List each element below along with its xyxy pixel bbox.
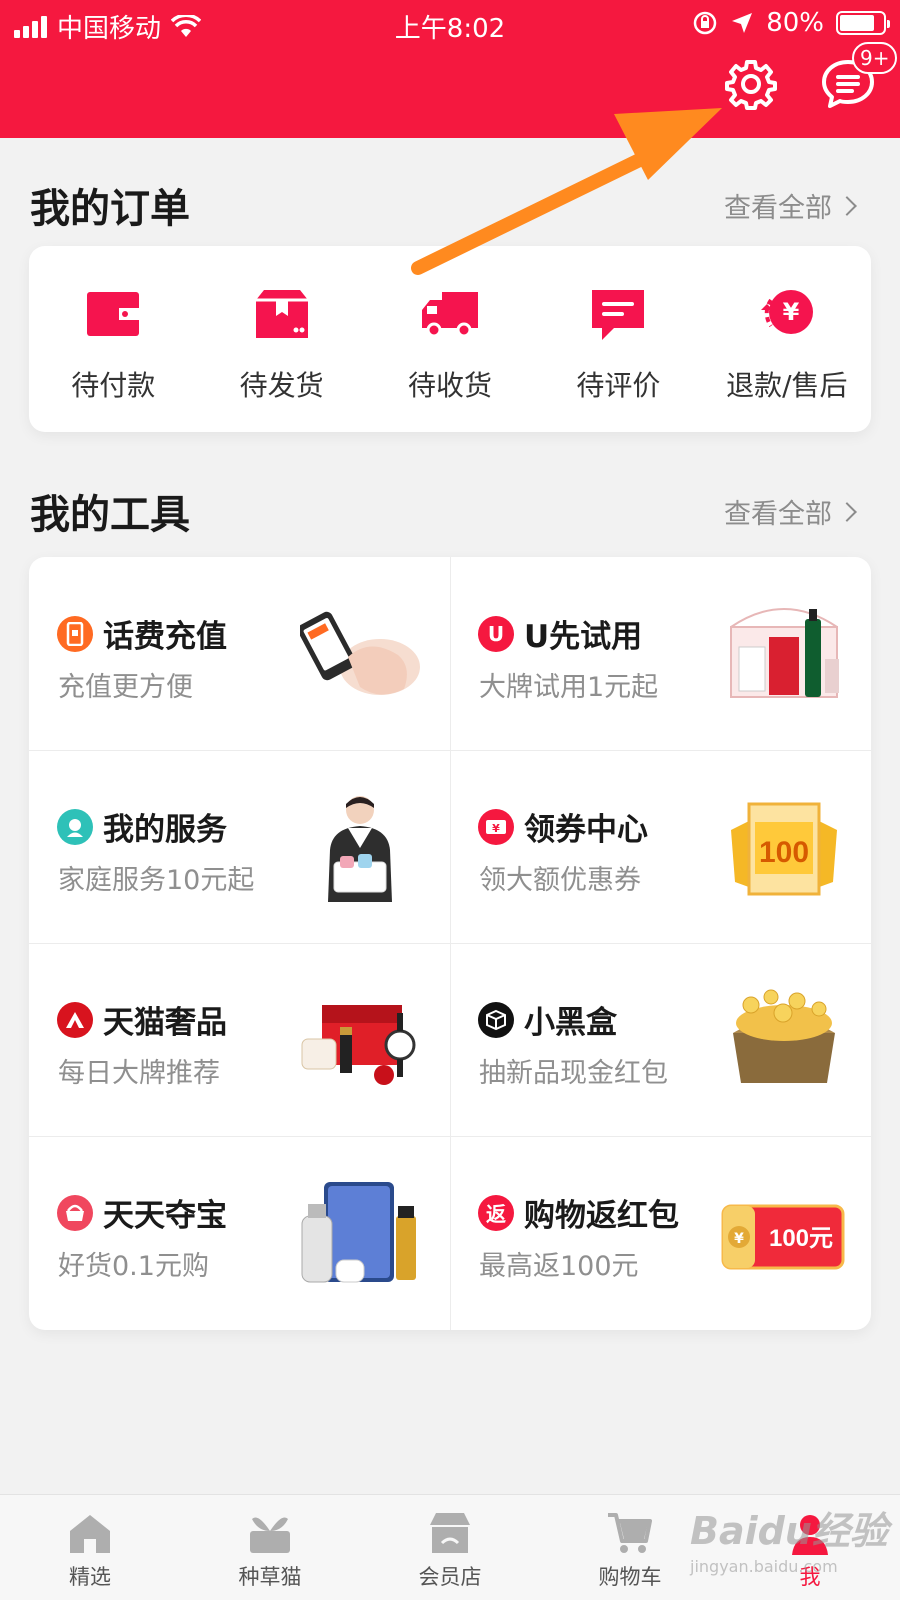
- orders-title: 我的订单: [30, 186, 190, 232]
- tool-name: U先试用: [524, 619, 643, 655]
- tab-featured[interactable]: 精选: [0, 1495, 180, 1600]
- order-pending-shipment[interactable]: 待发货: [197, 246, 365, 432]
- housekeeper-image: [328, 796, 392, 902]
- order-label: 待付款: [71, 369, 156, 402]
- treasure-icon: [57, 1194, 93, 1231]
- store-icon: [430, 1513, 470, 1553]
- phone-recharge-icon: [57, 615, 93, 652]
- rotation-lock-icon: [693, 11, 717, 35]
- coupon-art-value: 100: [759, 836, 809, 869]
- location-arrow-icon: [732, 13, 753, 33]
- tool-name: 我的服务: [103, 812, 227, 848]
- gold-coin-box-image: [733, 989, 835, 1083]
- tool-tmall-luxury[interactable]: 天猫奢品 每日大牌推荐: [29, 943, 450, 1136]
- tools-title: 我的工具: [30, 492, 190, 538]
- tab-grass-cat[interactable]: 种草猫: [180, 1495, 360, 1600]
- delivery-truck-icon: [422, 292, 479, 338]
- message-badge: 9+: [852, 42, 898, 74]
- battery-icon: [836, 11, 890, 35]
- tool-phone-recharge[interactable]: 话费充值 充值更方便: [29, 557, 450, 750]
- sprout-icon: [250, 1517, 290, 1553]
- red-envelope-100-image: ¥ 100元: [721, 1204, 845, 1270]
- chevron-right-icon: [837, 501, 857, 522]
- tool-my-service[interactable]: 我的服务 家庭服务10元起: [29, 750, 450, 943]
- tool-shopping-cashback[interactable]: 返 购物返红包 最高返100元 ¥ 100元: [450, 1136, 871, 1329]
- tool-subtitle: 充值更方便: [58, 672, 193, 703]
- comment-icon: [592, 290, 645, 340]
- order-label: 待收货: [408, 369, 493, 402]
- wallet-icon: [87, 292, 140, 336]
- tool-name: 领券中心: [524, 812, 648, 848]
- tool-u-trial[interactable]: U U先试用 大牌试用1元起: [450, 557, 871, 750]
- cashback-icon: 返: [478, 1194, 514, 1231]
- tool-coupon-center[interactable]: ¥ 领券中心 领大额优惠券 100: [450, 750, 871, 943]
- tool-name: 话费充值: [103, 619, 227, 655]
- hand-phone-image: [300, 611, 420, 695]
- chevron-right-icon: [837, 195, 857, 216]
- svg-text:¥: ¥: [782, 298, 799, 326]
- order-label: 退款/售后: [726, 369, 848, 402]
- tool-subtitle: 好货0.1元购: [58, 1251, 209, 1282]
- tool-name: 天天夺宝: [103, 1198, 227, 1234]
- svg-text:¥: ¥: [492, 822, 500, 835]
- cashback-art-value: 100元: [769, 1225, 833, 1252]
- package-icon: [255, 290, 308, 338]
- u-trial-icon: U: [478, 615, 514, 652]
- status-bar: 中国移动 上午8:02 80%: [0, 0, 900, 48]
- tools-card: 话费充值 充值更方便 U U先试用 大牌试用1元起 我的服务 家庭服务10元起 …: [29, 557, 871, 1330]
- tool-subtitle: 每日大牌推荐: [58, 1058, 220, 1089]
- tool-subtitle: 家庭服务10元起: [58, 865, 255, 896]
- cart-icon: [608, 1513, 652, 1553]
- gadgets-image: [301, 1182, 416, 1283]
- tool-black-box[interactable]: 小黑盒 抽新品现金红包: [450, 943, 871, 1136]
- tab-member-store[interactable]: 会员店: [360, 1495, 540, 1600]
- order-pending-payment[interactable]: 待付款: [29, 246, 197, 432]
- watermark-sub: jingyan.baidu.com: [690, 1557, 838, 1576]
- refund-icon: ¥: [760, 290, 813, 334]
- baidu-watermark: Baidu经验 jingyan.baidu.com: [690, 1500, 890, 1590]
- cosmetics-gift-image: [730, 608, 839, 698]
- luxury-goods-image: [301, 1005, 416, 1085]
- coupon-100-image: 100: [731, 802, 837, 896]
- order-pending-receipt[interactable]: 待收货: [366, 246, 534, 432]
- black-box-icon: [478, 1001, 514, 1038]
- service-icon: [57, 808, 93, 845]
- tab-label: 购物车: [598, 1565, 662, 1589]
- tools-view-all-label: 查看全部: [724, 499, 832, 530]
- svg-text:¥: ¥: [734, 1231, 744, 1247]
- order-label: 待评价: [576, 369, 661, 402]
- tool-subtitle: 领大额优惠券: [479, 865, 641, 896]
- orders-card: 待付款 待发货 待收货 待评价 ¥ 退款/售后: [29, 246, 871, 432]
- orders-view-all-link[interactable]: 查看全部: [724, 186, 857, 225]
- tools-view-all-link[interactable]: 查看全部: [724, 492, 857, 531]
- tool-subtitle: 大牌试用1元起: [479, 672, 659, 703]
- order-refund-aftersale[interactable]: ¥ 退款/售后: [703, 246, 871, 432]
- tab-label: 种草猫: [238, 1565, 302, 1589]
- order-pending-review[interactable]: 待评价: [534, 246, 702, 432]
- battery-percent: 80%: [766, 8, 824, 38]
- tool-subtitle: 抽新品现金红包: [479, 1058, 668, 1089]
- watermark-text: Baidu经验: [690, 1509, 888, 1553]
- coupon-icon: ¥: [478, 808, 514, 845]
- tool-subtitle: 最高返100元: [479, 1251, 639, 1282]
- top-header: 中国移动 上午8:02 80% 9+: [0, 0, 900, 138]
- orders-view-all-label: 查看全部: [724, 193, 832, 224]
- tab-label: 会员店: [418, 1565, 482, 1589]
- tool-name: 天猫奢品: [103, 1005, 227, 1041]
- tool-daily-treasure[interactable]: 天天夺宝 好货0.1元购: [29, 1136, 450, 1329]
- tab-label: 精选: [69, 1565, 111, 1589]
- luxury-icon: [57, 1001, 93, 1038]
- tool-name: 购物返红包: [524, 1198, 679, 1234]
- home-icon: [70, 1515, 110, 1553]
- settings-gear-icon[interactable]: [725, 58, 777, 110]
- order-label: 待发货: [239, 369, 324, 402]
- tool-name: 小黑盒: [524, 1005, 617, 1041]
